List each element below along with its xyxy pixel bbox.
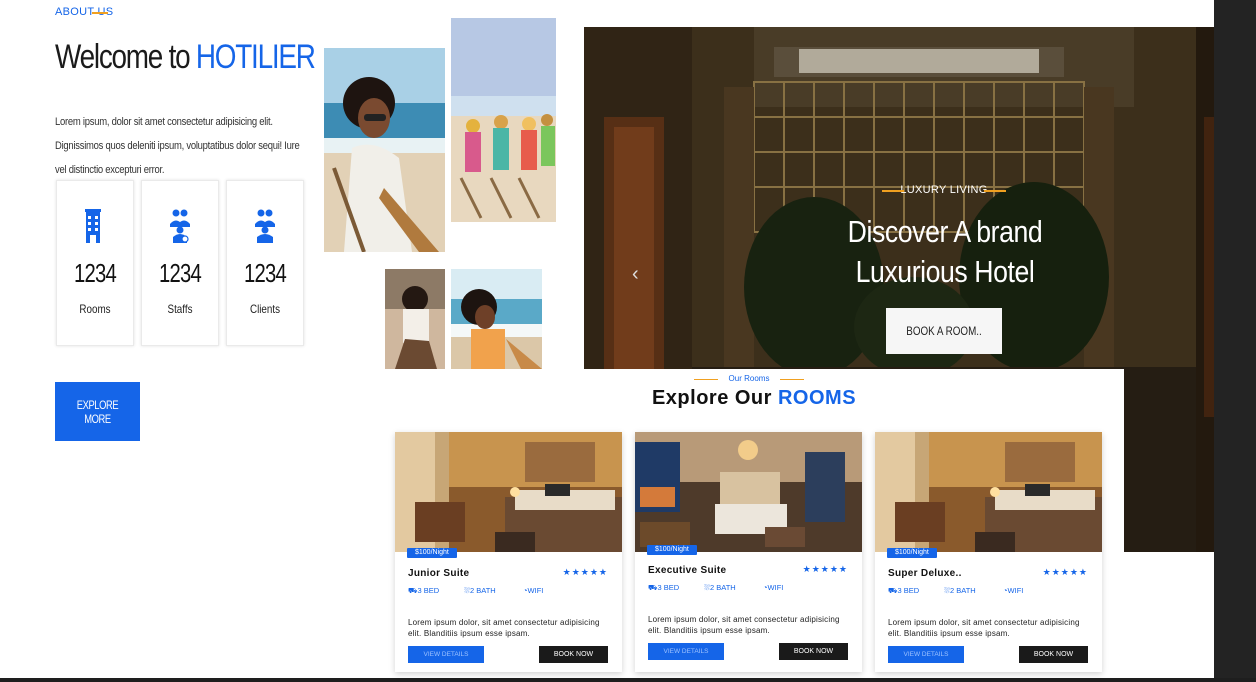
bottom-bar: [0, 678, 1256, 682]
hero-tagline-line-right: [984, 190, 1006, 192]
bed-feature: ⛟3 BED: [648, 583, 679, 593]
room-description: Lorem ipsum dolor, sit amet consectetur …: [648, 615, 840, 635]
stat-label: Staffs: [167, 302, 193, 316]
hero-title-line-1: Discover A brand: [847, 214, 1043, 249]
room-name: Super Deluxe..: [888, 568, 962, 579]
rooms-section: Our Rooms Explore Our ROOMS $100/Night J…: [384, 369, 1124, 678]
beach-photo-woman-waves: [451, 269, 542, 369]
view-details-button[interactable]: VIEW DETAILS: [648, 643, 724, 660]
wifi-label: WIFI: [767, 583, 784, 592]
view-details-button[interactable]: VIEW DETAILS: [408, 646, 484, 663]
staff-icon: [170, 209, 190, 243]
bed-label: 3 BED: [897, 586, 920, 595]
beach-photo-group-chairs: [451, 18, 556, 222]
room-image: [875, 432, 1102, 552]
right-edge-strip: [1214, 0, 1256, 682]
carousel-prev-arrow[interactable]: ‹: [632, 263, 639, 286]
stat-card-clients: 1234 Clients: [226, 180, 304, 346]
rooms-tag-line-left: [694, 379, 718, 380]
rooms-title: Explore Our ROOMS: [384, 387, 1124, 410]
book-now-button[interactable]: BOOK NOW: [539, 646, 608, 663]
room-image: [395, 432, 622, 552]
rooms-tag-line-right: [780, 379, 804, 380]
bed-label: 3 BED: [417, 586, 440, 595]
wifi-label: WIFI: [1007, 586, 1024, 595]
view-details-button[interactable]: VIEW DETAILS: [888, 646, 964, 663]
star-rating: ★★★★★: [562, 567, 608, 577]
room-name: Executive Suite: [648, 565, 727, 576]
room-card-executive-suite: $100/Night Executive Suite ★★★★★ ⛟3 BED …: [635, 432, 862, 672]
star-rating: ★★★★★: [1042, 567, 1088, 577]
room-description: Lorem ipsum dolor, sit amet consectetur …: [888, 618, 1080, 638]
price-badge: $100/Night: [887, 548, 937, 558]
wifi-feature: ◔WIFI: [523, 586, 543, 595]
bath-feature: ⛆2 BATH: [464, 586, 496, 596]
stat-value: 1234: [159, 258, 202, 288]
bed-feature: ⛟3 BED: [408, 586, 439, 596]
star-rating: ★★★★★: [802, 564, 848, 574]
rooms-tag-label: Our Rooms: [728, 374, 770, 383]
about-description: Lorem ipsum, dolor sit amet consectetur …: [55, 116, 300, 176]
room-image: [635, 432, 862, 552]
stat-label: Rooms: [79, 302, 111, 316]
bed-label: 3 BED: [657, 583, 680, 592]
hotel-icon: [85, 209, 105, 243]
book-a-room-button[interactable]: BOOK A ROOM..: [886, 308, 1002, 354]
bath-label: 2 BATH: [950, 586, 976, 595]
bath-label: 2 BATH: [470, 586, 496, 595]
hero-tagline-line-left: [882, 190, 904, 192]
clients-icon: [255, 209, 275, 243]
stat-label: Clients: [249, 302, 281, 316]
room-card-junior-suite: $100/Night Junior Suite ★★★★★ ⛟3 BED ⛆2 …: [395, 432, 622, 672]
about-label-line: [92, 12, 108, 14]
bath-label: 2 BATH: [710, 583, 736, 592]
hero-tagline-label: LUXURY LIVING: [900, 184, 988, 196]
wifi-feature: ◔WIFI: [1003, 586, 1023, 595]
bath-feature: ⛆2 BATH: [704, 583, 736, 593]
price-badge: $100/Night: [647, 545, 697, 555]
explore-more-button[interactable]: EXPLORE MORE: [55, 382, 140, 441]
explore-more-label: EXPLORE MORE: [76, 397, 119, 426]
welcome-prefix: Welcome to: [55, 38, 196, 76]
beach-photo-woman-sunglasses: [324, 48, 445, 252]
wifi-feature: ◔WIFI: [763, 583, 783, 592]
price-badge: $100/Night: [407, 548, 457, 558]
book-now-button[interactable]: BOOK NOW: [1019, 646, 1088, 663]
bed-feature: ⛟3 BED: [888, 586, 919, 596]
wifi-label: WIFI: [527, 586, 544, 595]
hero-title-line-2: Luxurious Hotel: [855, 254, 1035, 289]
stat-value: 1234: [74, 258, 117, 288]
beach-photo-woman-sitting: [385, 269, 445, 369]
rooms-title-highlight: ROOMS: [777, 387, 857, 409]
room-description: Lorem ipsum dolor, sit amet consectetur …: [408, 618, 600, 638]
rooms-tag: Our Rooms: [694, 374, 804, 383]
bath-feature: ⛆2 BATH: [944, 586, 976, 596]
welcome-heading: Welcome to HOTILIER: [55, 38, 316, 77]
room-name: Junior Suite: [408, 568, 470, 579]
room-card-super-deluxe: $100/Night Super Deluxe.. ★★★★★ ⛟3 BED ⛆…: [875, 432, 1102, 672]
hero-tagline: LUXURY LIVING: [880, 184, 1008, 196]
book-now-button[interactable]: BOOK NOW: [779, 643, 848, 660]
stat-card-staffs: 1234 Staffs: [141, 180, 219, 346]
rooms-title-prefix: Explore Our: [651, 387, 778, 409]
hero-title: Discover A brand Luxurious Hotel: [820, 212, 1069, 292]
stat-card-rooms: 1234 Rooms: [56, 180, 134, 346]
brand-name: HOTILIER: [195, 38, 316, 76]
book-a-room-label: BOOK A ROOM..: [906, 324, 982, 338]
stat-value: 1234: [244, 258, 287, 288]
